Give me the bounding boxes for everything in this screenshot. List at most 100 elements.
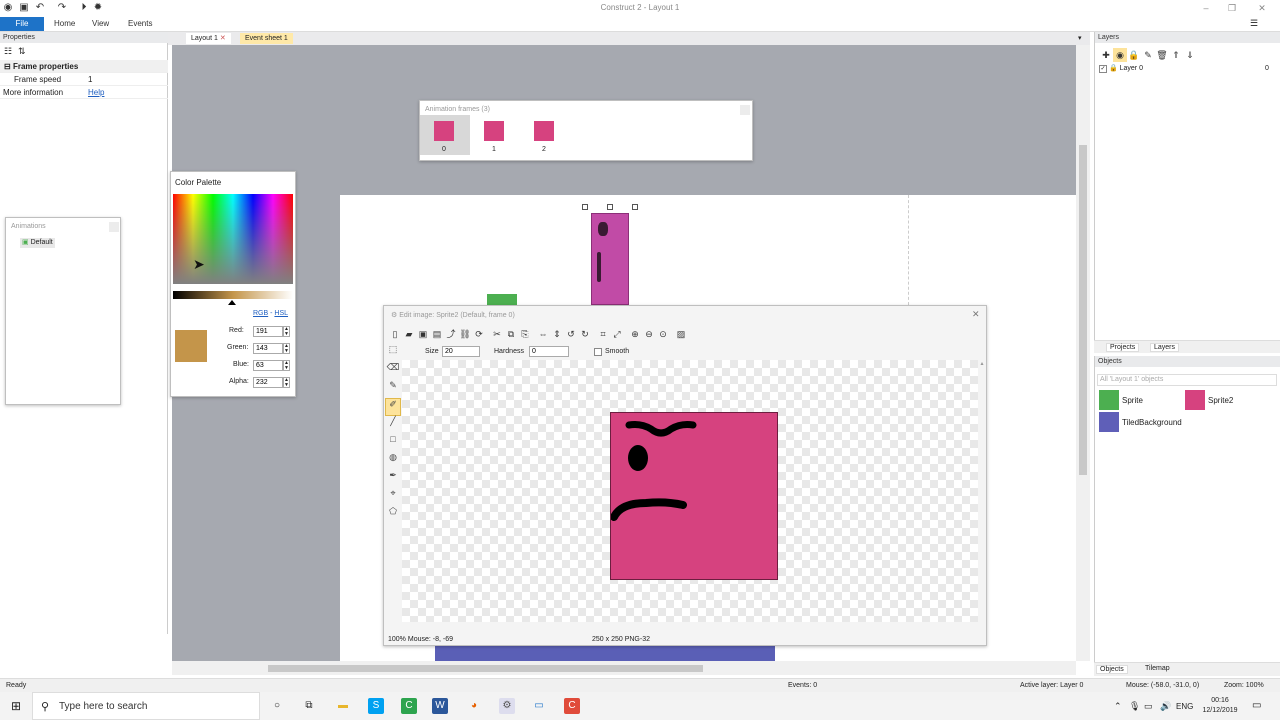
line-icon[interactable]: ╱ bbox=[385, 416, 401, 434]
help-link[interactable]: Help bbox=[88, 86, 104, 99]
sprite-image[interactable] bbox=[610, 412, 778, 580]
cortana-icon[interactable]: ○ bbox=[269, 698, 285, 714]
layer-lock-icon[interactable]: 🔒 bbox=[1109, 65, 1118, 72]
rect-select-icon[interactable]: ⬚ bbox=[385, 344, 401, 362]
volume-icon[interactable]: 🔊 bbox=[1160, 701, 1171, 712]
open-icon[interactable]: ▰ bbox=[402, 327, 416, 341]
move-down-icon[interactable]: ⇓ bbox=[1183, 48, 1197, 62]
tab-dropdown-icon[interactable]: ▾ bbox=[1078, 34, 1082, 42]
delete-icon[interactable]: 🗑 bbox=[1155, 48, 1169, 62]
language-indicator[interactable]: ENG bbox=[1176, 702, 1193, 711]
maximize-icon[interactable]: ❐ bbox=[1222, 2, 1242, 14]
hardness-input[interactable] bbox=[529, 346, 569, 357]
size-input[interactable] bbox=[442, 346, 480, 357]
horizontal-scrollbar[interactable] bbox=[172, 661, 1076, 675]
image-settings-icon[interactable]: ▨ bbox=[674, 327, 688, 341]
tab-file[interactable]: File bbox=[0, 17, 44, 31]
blue-spinner[interactable]: ▲ ▼ bbox=[283, 360, 290, 371]
edit-icon[interactable]: ✎ bbox=[1141, 48, 1155, 62]
visibility-icon[interactable]: ◉ bbox=[1113, 48, 1127, 62]
close-icon[interactable]: ✕ bbox=[1252, 2, 1272, 14]
sort-alpha-icon[interactable]: ⇅ bbox=[18, 46, 26, 57]
property-value[interactable]: 1 bbox=[88, 73, 92, 86]
pencil-icon[interactable]: ✎ bbox=[385, 380, 401, 398]
property-frame-speed[interactable]: Frame speed 1 bbox=[0, 73, 168, 86]
red-input[interactable] bbox=[253, 326, 283, 337]
window-app-icon[interactable]: ▭ bbox=[531, 698, 547, 714]
tray-chevron-icon[interactable]: ⌃ bbox=[1114, 701, 1122, 712]
color-mode-toggle[interactable]: RGB - HSL bbox=[253, 310, 288, 317]
green-input[interactable] bbox=[253, 343, 283, 354]
rotate-cw-icon[interactable]: ↻ bbox=[578, 327, 592, 341]
vertical-scrollbar[interactable] bbox=[1076, 45, 1090, 661]
zoom-reset-icon[interactable]: ⊙ bbox=[656, 327, 670, 341]
layer-row[interactable]: ✓ 🔒 Layer 0 0 bbox=[1099, 63, 1277, 74]
canvas-vscroll[interactable]: ▴ bbox=[978, 360, 986, 622]
import-icon[interactable]: ⤴ bbox=[444, 327, 458, 341]
tab-home[interactable]: Home bbox=[50, 17, 79, 31]
image-canvas[interactable] bbox=[402, 360, 978, 622]
rectangle-icon[interactable]: □ bbox=[385, 434, 401, 452]
layer-visible-checkbox[interactable]: ✓ bbox=[1099, 65, 1107, 73]
close-icon[interactable]: ✕ bbox=[972, 309, 980, 320]
sort-category-icon[interactable]: ☷ bbox=[4, 46, 12, 57]
mode-hsl-link[interactable]: HSL bbox=[274, 310, 288, 317]
tab-tilemap[interactable]: Tilemap bbox=[1142, 665, 1173, 672]
clock[interactable]: 00:16 12/12/2019 bbox=[1198, 696, 1242, 716]
refresh-icon[interactable]: ⟳ bbox=[472, 327, 486, 341]
collision-polygon-icon[interactable]: ⬠ bbox=[385, 506, 401, 524]
zoom-out-icon[interactable]: ⊖ bbox=[642, 327, 656, 341]
file-explorer-icon[interactable]: ▬ bbox=[335, 698, 351, 714]
tiledbackground-instance[interactable] bbox=[435, 645, 775, 661]
tab-layout-1[interactable]: Layout 1 ✕ bbox=[186, 33, 231, 44]
slider-marker-icon[interactable] bbox=[228, 300, 236, 305]
start-icon[interactable]: ⊞ bbox=[8, 698, 24, 714]
network-icon[interactable]: ▭ bbox=[1144, 701, 1153, 712]
hue-saturation-picker[interactable] bbox=[173, 194, 293, 284]
save-icon[interactable]: ▣ bbox=[416, 327, 430, 341]
search-box[interactable]: ⚲ Type here to search bbox=[32, 692, 260, 720]
mode-rgb-link[interactable]: RGB bbox=[253, 310, 268, 317]
settings-icon[interactable]: ⚙ bbox=[499, 698, 515, 714]
construct-icon[interactable]: C bbox=[564, 698, 580, 714]
object-item-sprite2[interactable]: Sprite2 bbox=[1185, 390, 1265, 410]
lock-icon[interactable]: 🔒 bbox=[1127, 48, 1141, 62]
flip-vertical-icon[interactable]: ⇕ bbox=[550, 327, 564, 341]
ribbon-menu-icon[interactable]: ☰ bbox=[1250, 18, 1258, 29]
word-icon[interactable]: W bbox=[432, 698, 448, 714]
tab-projects[interactable]: Projects bbox=[1106, 343, 1140, 352]
tab-events[interactable]: Events bbox=[124, 17, 156, 31]
blue-input[interactable] bbox=[253, 360, 283, 371]
flip-horizontal-icon[interactable]: ⇔ bbox=[536, 327, 550, 341]
mic-icon[interactable]: 🎙 bbox=[1129, 701, 1140, 712]
red-spinner[interactable]: ▲ ▼ bbox=[283, 326, 290, 337]
tab-objects[interactable]: Objects bbox=[1096, 665, 1128, 674]
window-close-icon[interactable] bbox=[740, 105, 750, 115]
frame-thumb-0[interactable]: 0 bbox=[420, 115, 470, 155]
copy-icon[interactable]: ⧉ bbox=[504, 327, 518, 341]
luminance-slider[interactable] bbox=[173, 291, 293, 299]
minimize-icon[interactable]: – bbox=[1196, 2, 1216, 14]
notifications-icon[interactable]: ▭ bbox=[1252, 700, 1261, 711]
section-frame-properties[interactable]: ⊟ Frame properties bbox=[0, 60, 168, 73]
smooth-checkbox[interactable] bbox=[594, 348, 602, 356]
color-picker-icon[interactable]: ✒ bbox=[385, 470, 401, 488]
object-item-sprite[interactable]: Sprite bbox=[1099, 390, 1179, 410]
fill-icon[interactable]: ◍ bbox=[385, 452, 401, 470]
alpha-spinner[interactable]: ▲ ▼ bbox=[283, 377, 290, 388]
crop-icon[interactable]: ⌗ bbox=[596, 327, 610, 341]
green-spinner[interactable]: ▲ ▼ bbox=[283, 343, 290, 354]
zoom-in-icon[interactable]: ⊕ bbox=[628, 327, 642, 341]
resize-handle[interactable] bbox=[632, 204, 638, 210]
origin-icon[interactable]: ⌖ bbox=[385, 488, 401, 506]
sprite2-instance[interactable] bbox=[591, 213, 629, 305]
objects-filter[interactable]: All 'Layout 1' objects bbox=[1097, 374, 1277, 386]
resize-handle[interactable] bbox=[582, 204, 588, 210]
eraser-icon[interactable]: ⌫ bbox=[385, 362, 401, 380]
alpha-input[interactable] bbox=[253, 377, 283, 388]
frame-thumb-1[interactable]: 1 bbox=[470, 115, 520, 155]
scroll-thumb[interactable] bbox=[1079, 145, 1087, 475]
tab-event-sheet-1[interactable]: Event sheet 1 bbox=[240, 33, 293, 44]
scroll-thumb[interactable] bbox=[268, 665, 703, 672]
window-close-icon[interactable] bbox=[109, 222, 119, 232]
